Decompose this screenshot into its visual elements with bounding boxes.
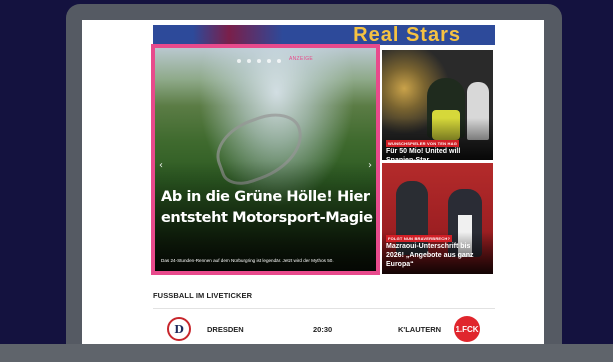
- carousel-dot[interactable]: [247, 59, 251, 63]
- hero-article[interactable]: ANZEIGE ‹ › Ab in die Grüne Hölle! Hier …: [151, 44, 380, 275]
- team-crest-icon: 1.FCK: [454, 316, 480, 342]
- browser-screen: Real Stars ANZEIGE ‹ › Ab in die Grüne H…: [82, 20, 544, 344]
- team-crest-icon: D: [167, 317, 191, 341]
- card-kicker: FOLGT NUN BRAVERBRECH?: [386, 235, 453, 242]
- carousel-dots[interactable]: [237, 59, 281, 63]
- news-card[interactable]: WUNSCHSPIELER VON TEN HAG Für 50 Mio! Un…: [382, 50, 493, 160]
- card-title[interactable]: Mazraoui-Unterschrift bis 2026! „Angebot…: [386, 242, 490, 269]
- ad-label: ANZEIGE: [289, 56, 314, 62]
- away-team: K'LAUTERN: [398, 325, 442, 334]
- carousel-dot[interactable]: [257, 59, 261, 63]
- home-team: DRESDEN: [207, 325, 244, 334]
- carousel-dot[interactable]: [267, 59, 271, 63]
- banner-jersey-image: [193, 25, 283, 45]
- crest-letter: D: [174, 322, 184, 336]
- laptop-base: [0, 344, 613, 362]
- liveticker-heading: FUSSBALL IM LIVETICKER: [153, 291, 253, 300]
- match-row[interactable]: D DRESDEN 20:30 K'LAUTERN 1.FCK: [153, 308, 495, 342]
- crest-letter: 1.FCK: [455, 324, 479, 334]
- chevron-right-icon[interactable]: ›: [368, 160, 372, 171]
- news-card[interactable]: FOLGT NUN BRAVERBRECH? Mazraoui-Untersch…: [382, 163, 493, 274]
- carousel-dot[interactable]: [237, 59, 241, 63]
- chevron-left-icon[interactable]: ‹: [159, 160, 163, 171]
- hero-subtitle: Das 24-Stunden-Rennen auf dem Nürburgrin…: [161, 258, 334, 263]
- kickoff-time: 20:30: [313, 325, 333, 334]
- carousel-dot[interactable]: [277, 59, 281, 63]
- banner-text: Real Stars: [353, 25, 461, 45]
- ad-banner[interactable]: Real Stars: [153, 25, 495, 45]
- card-kicker: WUNSCHSPIELER VON TEN HAG: [386, 140, 460, 147]
- card-title[interactable]: Für 50 Mio! United will Spanien-Star: [386, 147, 490, 160]
- hero-title[interactable]: Ab in die Grüne Hölle! Hier entsteht Mot…: [161, 187, 376, 229]
